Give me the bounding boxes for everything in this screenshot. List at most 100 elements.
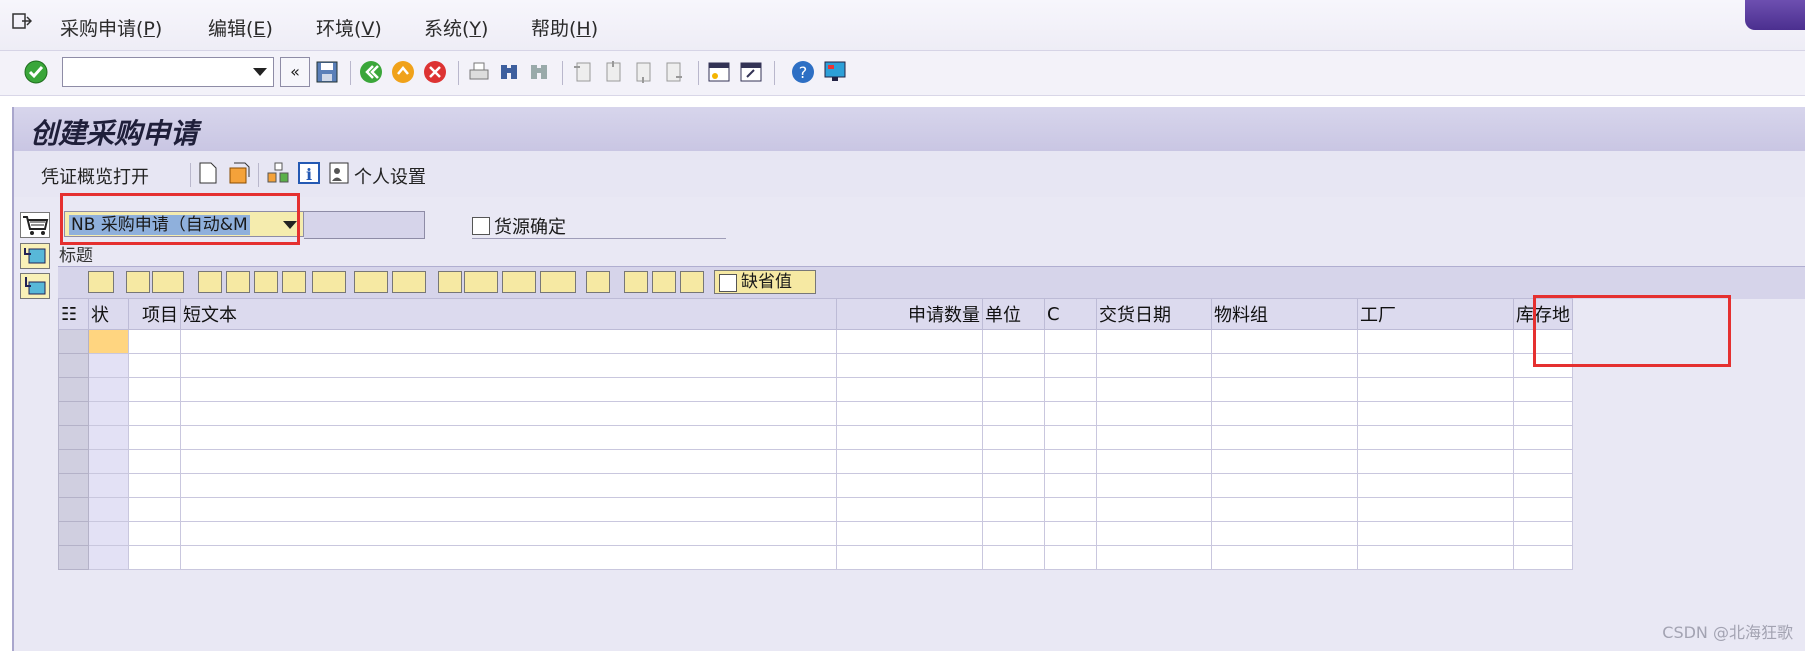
views-icon[interactable] <box>464 271 498 293</box>
table-row[interactable] <box>58 497 1573 522</box>
grid-cell[interactable] <box>1044 545 1097 570</box>
grid-cell[interactable] <box>1096 497 1212 522</box>
grid-cell[interactable] <box>982 449 1045 474</box>
grid-cell[interactable] <box>128 401 181 426</box>
grid-cell[interactable] <box>128 497 181 522</box>
grid-cell[interactable] <box>982 473 1045 498</box>
first-page-icon[interactable] <box>570 59 596 85</box>
table-row[interactable] <box>58 545 1573 570</box>
window-corner-button[interactable] <box>1745 0 1805 30</box>
status-cell[interactable] <box>88 377 129 402</box>
grid-cell[interactable] <box>128 521 181 546</box>
table-row[interactable] <box>58 401 1573 426</box>
status-cell[interactable] <box>88 473 129 498</box>
select-all-icon[interactable]: ☷ <box>58 298 89 330</box>
grid-cell[interactable] <box>836 497 983 522</box>
grid-cell[interactable] <box>1357 473 1514 498</box>
grid-cell[interactable] <box>1513 521 1573 546</box>
help-icon[interactable]: ? <box>790 59 816 85</box>
menu-icon[interactable] <box>12 13 32 31</box>
grid-cell[interactable] <box>1211 545 1358 570</box>
grid-cell[interactable] <box>836 353 983 378</box>
grid-cell[interactable] <box>1044 377 1097 402</box>
row-selector[interactable] <box>58 449 89 474</box>
grid-cell[interactable] <box>836 401 983 426</box>
status-cell[interactable] <box>88 521 129 546</box>
column-header-material-group[interactable]: 物料组 <box>1211 298 1358 330</box>
column-header-plant[interactable]: 工厂 <box>1357 298 1514 330</box>
grid-cell[interactable] <box>1513 449 1573 474</box>
grid-cell[interactable] <box>1044 497 1097 522</box>
menu-help[interactable]: 帮助(H) <box>531 14 598 41</box>
grid-cell[interactable] <box>982 401 1045 426</box>
personal-settings-button[interactable]: 个人设置 <box>354 163 426 189</box>
grid-cell[interactable] <box>1044 521 1097 546</box>
row-selector[interactable] <box>58 353 89 378</box>
table-row[interactable] <box>58 473 1573 498</box>
grid-cell[interactable] <box>836 545 983 570</box>
grid-cell[interactable] <box>180 449 837 474</box>
document-overview-button[interactable]: 凭证概览打开 <box>41 163 149 189</box>
row-selector[interactable] <box>58 401 89 426</box>
grid-cell[interactable] <box>836 329 983 354</box>
grid-cell[interactable] <box>1513 401 1573 426</box>
table-row[interactable] <box>58 353 1573 378</box>
status-cell[interactable] <box>88 425 129 450</box>
grid-cell[interactable] <box>180 497 837 522</box>
grid-cell[interactable] <box>982 353 1045 378</box>
personal-settings-icon[interactable] <box>328 161 350 185</box>
column-header-item[interactable]: 项目 <box>128 298 181 330</box>
copy-row-icon[interactable] <box>126 271 150 293</box>
grid-cell[interactable] <box>128 545 181 570</box>
column-header-delivery-date[interactable]: 交货日期 <box>1096 298 1212 330</box>
delete-row-icon[interactable] <box>152 271 184 293</box>
grid-cell[interactable] <box>1211 353 1358 378</box>
grid-cell[interactable] <box>1357 353 1514 378</box>
grid-info-icon[interactable] <box>586 271 610 293</box>
print-preview-icon[interactable] <box>438 271 462 293</box>
menu-system[interactable]: 系统(Y) <box>424 14 488 41</box>
grid-cell[interactable] <box>836 521 983 546</box>
header-expand-icon[interactable] <box>20 243 50 269</box>
grid-cell[interactable] <box>1357 449 1514 474</box>
grid-cell[interactable] <box>180 545 837 570</box>
sum-icon[interactable] <box>354 271 388 293</box>
transfer-icon[interactable] <box>624 271 648 293</box>
row-selector[interactable] <box>58 377 89 402</box>
grid-cell[interactable] <box>1513 377 1573 402</box>
grid-cell[interactable] <box>1096 377 1212 402</box>
grid-cell[interactable] <box>128 329 181 354</box>
items-expand-icon[interactable] <box>20 273 50 299</box>
find-icon[interactable] <box>496 59 522 85</box>
grid-cell[interactable] <box>1096 521 1212 546</box>
status-cell[interactable] <box>88 353 129 378</box>
last-page-icon[interactable] <box>660 59 686 85</box>
previous-page-icon[interactable] <box>600 59 626 85</box>
new-session-icon[interactable] <box>706 59 732 85</box>
grid-cell[interactable] <box>1044 473 1097 498</box>
grid-cell[interactable] <box>1513 497 1573 522</box>
grid-cell[interactable] <box>1211 377 1358 402</box>
grid-cell[interactable] <box>1357 377 1514 402</box>
table-row[interactable] <box>58 329 1573 354</box>
enter-check-icon[interactable] <box>23 59 49 85</box>
info-icon[interactable]: i <box>297 161 321 185</box>
grid-cell[interactable] <box>180 425 837 450</box>
row-selector[interactable] <box>58 329 89 354</box>
grid-cell[interactable] <box>180 473 837 498</box>
grid-cell[interactable] <box>1096 545 1212 570</box>
grid-cell[interactable] <box>1357 521 1514 546</box>
row-selector[interactable] <box>58 521 89 546</box>
grid-cell[interactable] <box>1044 329 1097 354</box>
grid-cell[interactable] <box>1096 401 1212 426</box>
grid-cell[interactable] <box>1513 425 1573 450</box>
menu-edit[interactable]: 编辑(E) <box>208 14 273 41</box>
find-next-icon[interactable] <box>282 271 306 293</box>
chevron-down-icon[interactable] <box>253 68 267 76</box>
grid-cell[interactable] <box>128 473 181 498</box>
grid-cell[interactable] <box>1211 401 1358 426</box>
grid-cell[interactable] <box>1513 473 1573 498</box>
status-cell[interactable] <box>88 497 129 522</box>
grid-cell[interactable] <box>982 497 1045 522</box>
menu-environment[interactable]: 环境(V) <box>316 14 382 41</box>
